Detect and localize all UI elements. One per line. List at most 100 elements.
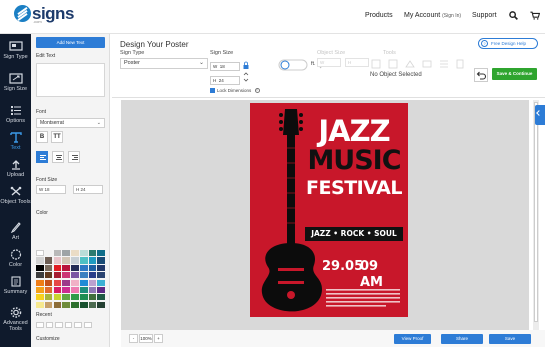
logo[interactable]: signs	[14, 5, 74, 22]
add-new-text-button[interactable]: Add New Text	[36, 37, 105, 48]
sign-width-input[interactable]: W 18	[210, 62, 240, 71]
poster-title-line3[interactable]: FESTIVAL	[304, 177, 404, 199]
color-swatch[interactable]	[44, 286, 53, 294]
color-swatch[interactable]	[36, 294, 44, 301]
color-swatch[interactable]	[44, 257, 53, 264]
color-swatch[interactable]	[79, 286, 88, 294]
lock-icon[interactable]	[243, 61, 249, 83]
color-swatch[interactable]	[53, 279, 62, 286]
all-caps-button[interactable]: TT	[51, 131, 63, 143]
color-swatch[interactable]	[44, 272, 53, 279]
color-swatch[interactable]	[71, 272, 79, 279]
color-swatch[interactable]	[71, 279, 79, 286]
recent-swatch[interactable]	[45, 322, 54, 329]
color-swatch[interactable]	[88, 279, 97, 286]
recent-swatch[interactable]	[83, 322, 92, 329]
color-swatch[interactable]	[88, 257, 97, 264]
poster-title-line1[interactable]: JAZZ	[304, 117, 404, 146]
edit-text-area[interactable]	[36, 63, 105, 97]
customize-label[interactable]: Customize	[36, 336, 60, 342]
color-swatch[interactable]	[53, 272, 62, 279]
color-swatch[interactable]	[79, 294, 88, 301]
color-swatch[interactable]	[36, 272, 44, 279]
search-icon[interactable]	[509, 11, 518, 20]
poster-tagline[interactable]: JAZZ • ROCK • SOUL	[305, 229, 403, 239]
color-swatch[interactable]	[53, 294, 62, 301]
color-swatch[interactable]	[88, 264, 97, 271]
sidebar-item-advanced-tools[interactable]: Advanced Tools	[0, 302, 31, 338]
color-swatch[interactable]	[88, 272, 97, 279]
color-swatch[interactable]	[88, 301, 97, 308]
color-swatch[interactable]	[36, 264, 44, 271]
color-swatch[interactable]	[53, 301, 62, 308]
color-swatch[interactable]	[97, 294, 106, 301]
color-swatch[interactable]	[36, 250, 44, 257]
poster-title-line2[interactable]: MUSIC	[304, 147, 404, 174]
sidebar-item-sign-type[interactable]: Sign Type	[0, 36, 31, 72]
scrollbar-thumb[interactable]	[534, 102, 538, 322]
align-left-button[interactable]	[36, 151, 48, 163]
color-swatch[interactable]	[62, 301, 70, 308]
font-size-height-input[interactable]: H 24	[73, 185, 103, 194]
color-swatch[interactable]	[53, 257, 62, 264]
color-swatch[interactable]	[36, 279, 44, 286]
font-select[interactable]: Montserrat ⌄	[36, 118, 105, 128]
color-swatch[interactable]	[88, 250, 97, 257]
color-swatch[interactable]	[88, 286, 97, 294]
recent-swatch[interactable]	[55, 322, 63, 329]
color-swatch[interactable]	[62, 264, 70, 271]
color-swatch[interactable]	[79, 264, 88, 271]
color-swatch[interactable]	[79, 301, 88, 308]
color-swatch[interactable]	[88, 294, 97, 301]
recent-swatch[interactable]	[36, 322, 44, 329]
sign-type-select[interactable]: Poster ⌄	[120, 58, 208, 69]
color-swatch[interactable]	[62, 257, 70, 264]
color-swatch[interactable]	[62, 286, 70, 294]
recent-swatch[interactable]	[64, 322, 73, 329]
sign-height-input[interactable]: H 24	[210, 76, 240, 85]
unit-toggle[interactable]	[278, 58, 308, 72]
nav-my-account[interactable]: My Account (Sign In)	[404, 12, 461, 19]
zoom-in-button[interactable]: +	[154, 334, 163, 343]
color-swatch[interactable]	[36, 257, 44, 264]
save-button[interactable]: Save	[489, 334, 531, 344]
object-width-input[interactable]: W	[317, 58, 341, 67]
info-icon[interactable]: i	[254, 88, 260, 94]
color-swatch[interactable]	[44, 250, 53, 257]
color-swatch[interactable]	[97, 279, 106, 286]
color-swatch[interactable]	[71, 250, 79, 257]
color-swatch[interactable]	[44, 301, 53, 308]
color-swatch[interactable]	[36, 286, 44, 294]
color-swatch[interactable]	[53, 264, 62, 271]
color-swatch[interactable]	[53, 250, 62, 257]
color-swatch[interactable]	[79, 257, 88, 264]
align-center-button[interactable]	[52, 151, 64, 163]
color-swatch[interactable]	[44, 294, 53, 301]
expand-panel-tab[interactable]	[535, 105, 545, 125]
color-swatch[interactable]	[97, 250, 106, 257]
lock-dimensions-checkbox[interactable]: Lock Dimensions i	[210, 88, 260, 94]
color-swatch[interactable]	[79, 272, 88, 279]
color-swatch[interactable]	[71, 301, 79, 308]
color-swatch[interactable]	[71, 286, 79, 294]
color-swatch[interactable]	[97, 301, 106, 308]
color-swatch[interactable]	[62, 279, 70, 286]
zoom-out-button[interactable]: -	[129, 334, 138, 343]
nav-sign-in[interactable]: (Sign In)	[442, 13, 461, 19]
color-swatch[interactable]	[62, 250, 70, 257]
recent-swatch[interactable]	[74, 322, 82, 329]
nav-support[interactable]: Support	[472, 12, 497, 19]
align-right-button[interactable]	[68, 151, 80, 163]
save-and-continue-button[interactable]: Save & Continue	[492, 68, 537, 80]
color-swatch[interactable]	[97, 272, 106, 279]
view-proof-button[interactable]: View Proof	[394, 334, 431, 344]
font-size-width-input[interactable]: W 18	[36, 185, 66, 194]
sidebar-item-sign-size[interactable]: Sign Size	[0, 68, 31, 104]
cart-icon[interactable]	[530, 11, 540, 20]
color-swatch[interactable]	[71, 294, 79, 301]
share-button[interactable]: Share	[441, 334, 483, 344]
color-swatch[interactable]	[44, 264, 53, 271]
color-swatch[interactable]	[79, 250, 88, 257]
color-swatch[interactable]	[62, 294, 70, 301]
undo-button[interactable]	[474, 68, 488, 82]
